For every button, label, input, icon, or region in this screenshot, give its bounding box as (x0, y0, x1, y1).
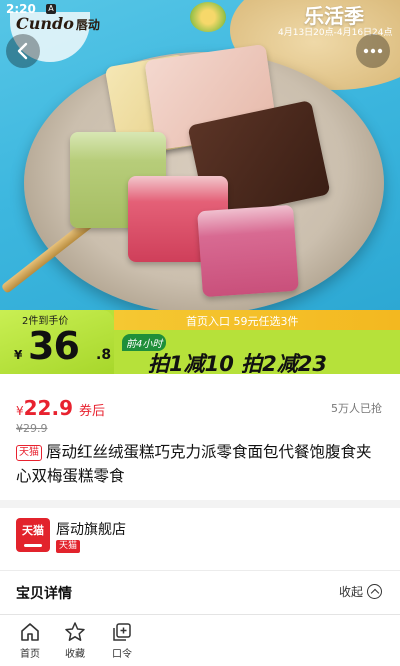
shop-logo-text: 天猫 (22, 524, 44, 537)
product-image[interactable]: 2:20 A Cundo 唇动 乐活季 4月13日20点-4月16日24点 (0, 0, 400, 310)
details-title: 宝贝详情 (16, 586, 72, 602)
promo-price-box: 2件到手价 ¥ 36 .8 (0, 310, 114, 374)
tab-favorite-label: 收藏 (65, 649, 85, 660)
product-title[interactable]: 天猫 唇动红丝绒蛋糕巧克力派零食面包代餐饱腹食夹心双梅蛋糕零食 (16, 440, 386, 488)
tab-password[interactable]: 口令 (100, 621, 144, 660)
shop-name[interactable]: 唇动旗舰店 (56, 519, 126, 539)
product-page: 2:20 A Cundo 唇动 乐活季 4月13日20点-4月16日24点 2件到… (0, 0, 400, 666)
promo-price: 36 (28, 324, 80, 368)
brand-logo-cn: 唇动 (75, 18, 100, 32)
star-icon (65, 622, 85, 641)
collapse-button[interactable]: 收起 (339, 583, 382, 600)
brand-logo-latin: Cundo (16, 14, 74, 33)
chevron-left-icon (17, 42, 28, 60)
tab-favorite[interactable]: 收藏 (53, 621, 97, 660)
promo-entry-text: 首页入口 59元任选3件 (186, 315, 299, 328)
more-button[interactable] (356, 34, 390, 68)
original-price: ¥29.9 (16, 422, 48, 435)
home-icon (21, 623, 39, 641)
price-row: ¥22.9 券后 (16, 396, 105, 420)
promo-price-decimal: .8 (96, 347, 112, 363)
shop-badge: 天猫 (56, 540, 81, 553)
cake-berry (197, 204, 299, 298)
tab-password-label: 口令 (112, 649, 132, 660)
price-currency: ¥ (16, 404, 24, 418)
more-dots-icon (363, 48, 383, 54)
product-title-text: 唇动红丝绒蛋糕巧克力派零食面包代餐饱腹食夹心双梅蛋糕零食 (16, 443, 372, 485)
price-amount: 22.9 (23, 396, 73, 420)
add-square-icon (113, 623, 131, 641)
product-info: ¥22.9 券后 5万人已抢 ¥29.9 天猫 唇动红丝绒蛋糕巧克力派零食面包代餐饱… (0, 374, 400, 500)
promo-entry-bar[interactable]: 首页入口 59元任选3件 (114, 310, 400, 330)
status-indicator: A (46, 4, 56, 14)
back-button[interactable] (6, 34, 40, 68)
sold-count: 5万人已抢 (331, 402, 382, 415)
promo-banner[interactable]: 2件到手价 ¥ 36 .8 首页入口 59元任选3件 前4小时 拍1减10 拍2… (0, 310, 400, 376)
brand-logo: Cundo 唇动 (16, 14, 100, 33)
bottom-nav: 首页 收藏 口令 (0, 614, 400, 666)
price-label: 券后 (79, 404, 106, 419)
tmall-tag: 天猫 (16, 445, 42, 461)
tab-home[interactable]: 首页 (8, 621, 52, 660)
shop-logo-smile (24, 544, 42, 547)
details-header: 宝贝详情 收起 (0, 570, 400, 614)
collapse-label: 收起 (338, 585, 363, 599)
promo-currency: ¥ (14, 348, 23, 362)
shop-logo[interactable]: 天猫 (16, 518, 50, 552)
tab-home-label: 首页 (20, 649, 40, 660)
shop-card[interactable]: 天猫 唇动旗舰店 天猫 (0, 508, 400, 570)
chevron-up-circle-icon (367, 584, 382, 599)
